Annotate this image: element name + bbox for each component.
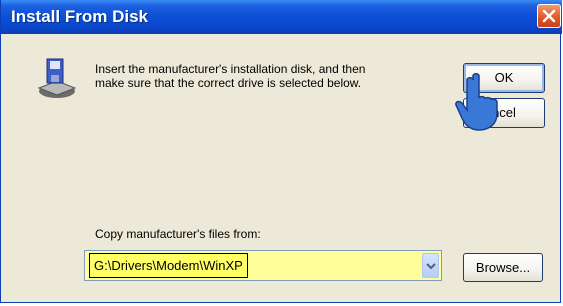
install-from-disk-dialog: Install From Disk Insert the manufacture… [0,0,562,303]
browse-button[interactable]: Browse... [463,253,543,282]
close-button[interactable] [537,4,561,28]
copy-from-combobox[interactable]: G:\Drivers\Modem\WinXP [84,250,442,281]
close-icon [542,9,556,23]
combo-dropdown-button[interactable] [422,253,439,278]
copy-from-path-value[interactable]: G:\Drivers\Modem\WinXP [89,253,248,278]
instruction-line-1: Insert the manufacturer's installation d… [95,62,366,76]
floppy-disk-drive-icon [37,58,77,98]
title-bar[interactable]: Install From Disk [1,0,562,34]
hand-pointer-icon [455,73,498,131]
instruction-text: Insert the manufacturer's installation d… [95,62,435,90]
chevron-down-icon [426,263,436,270]
instruction-line-2: make sure that the correct drive is sele… [95,76,362,90]
copy-from-label: Copy manufacturer's files from: [95,227,261,241]
dialog-title: Install From Disk [11,7,148,26]
